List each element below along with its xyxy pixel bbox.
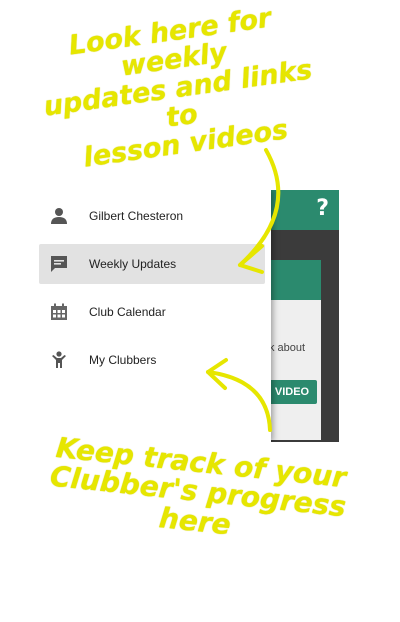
app-screenshot: ? k about VIDEO Gilbert Chesteron Weekly… <box>33 190 339 442</box>
drawer-item-my-clubbers[interactable]: My Clubbers <box>39 340 265 380</box>
video-button[interactable]: VIDEO <box>267 380 317 404</box>
person-icon <box>49 206 69 226</box>
help-icon[interactable]: ? <box>316 196 329 221</box>
drawer-item-club-calendar[interactable]: Club Calendar <box>39 292 265 332</box>
user-name: Gilbert Chesteron <box>89 209 184 223</box>
child-icon <box>49 350 69 370</box>
drawer-item-label: Weekly Updates <box>89 257 177 271</box>
drawer-user[interactable]: Gilbert Chesteron <box>39 196 265 236</box>
calendar-icon <box>49 302 69 322</box>
drawer-item-weekly-updates[interactable]: Weekly Updates <box>39 244 265 284</box>
drawer-item-label: Club Calendar <box>89 305 166 319</box>
drawer-item-label: My Clubbers <box>89 353 157 367</box>
navigation-drawer: Gilbert Chesteron Weekly Updates Club Ca… <box>33 190 271 442</box>
message-icon <box>49 254 69 274</box>
annotation-bottom: Keep track of your Clubber's progress he… <box>34 431 361 553</box>
content-card-text: k about <box>269 342 306 354</box>
annotation-top: Look here for weekly updates and links t… <box>20 0 337 180</box>
